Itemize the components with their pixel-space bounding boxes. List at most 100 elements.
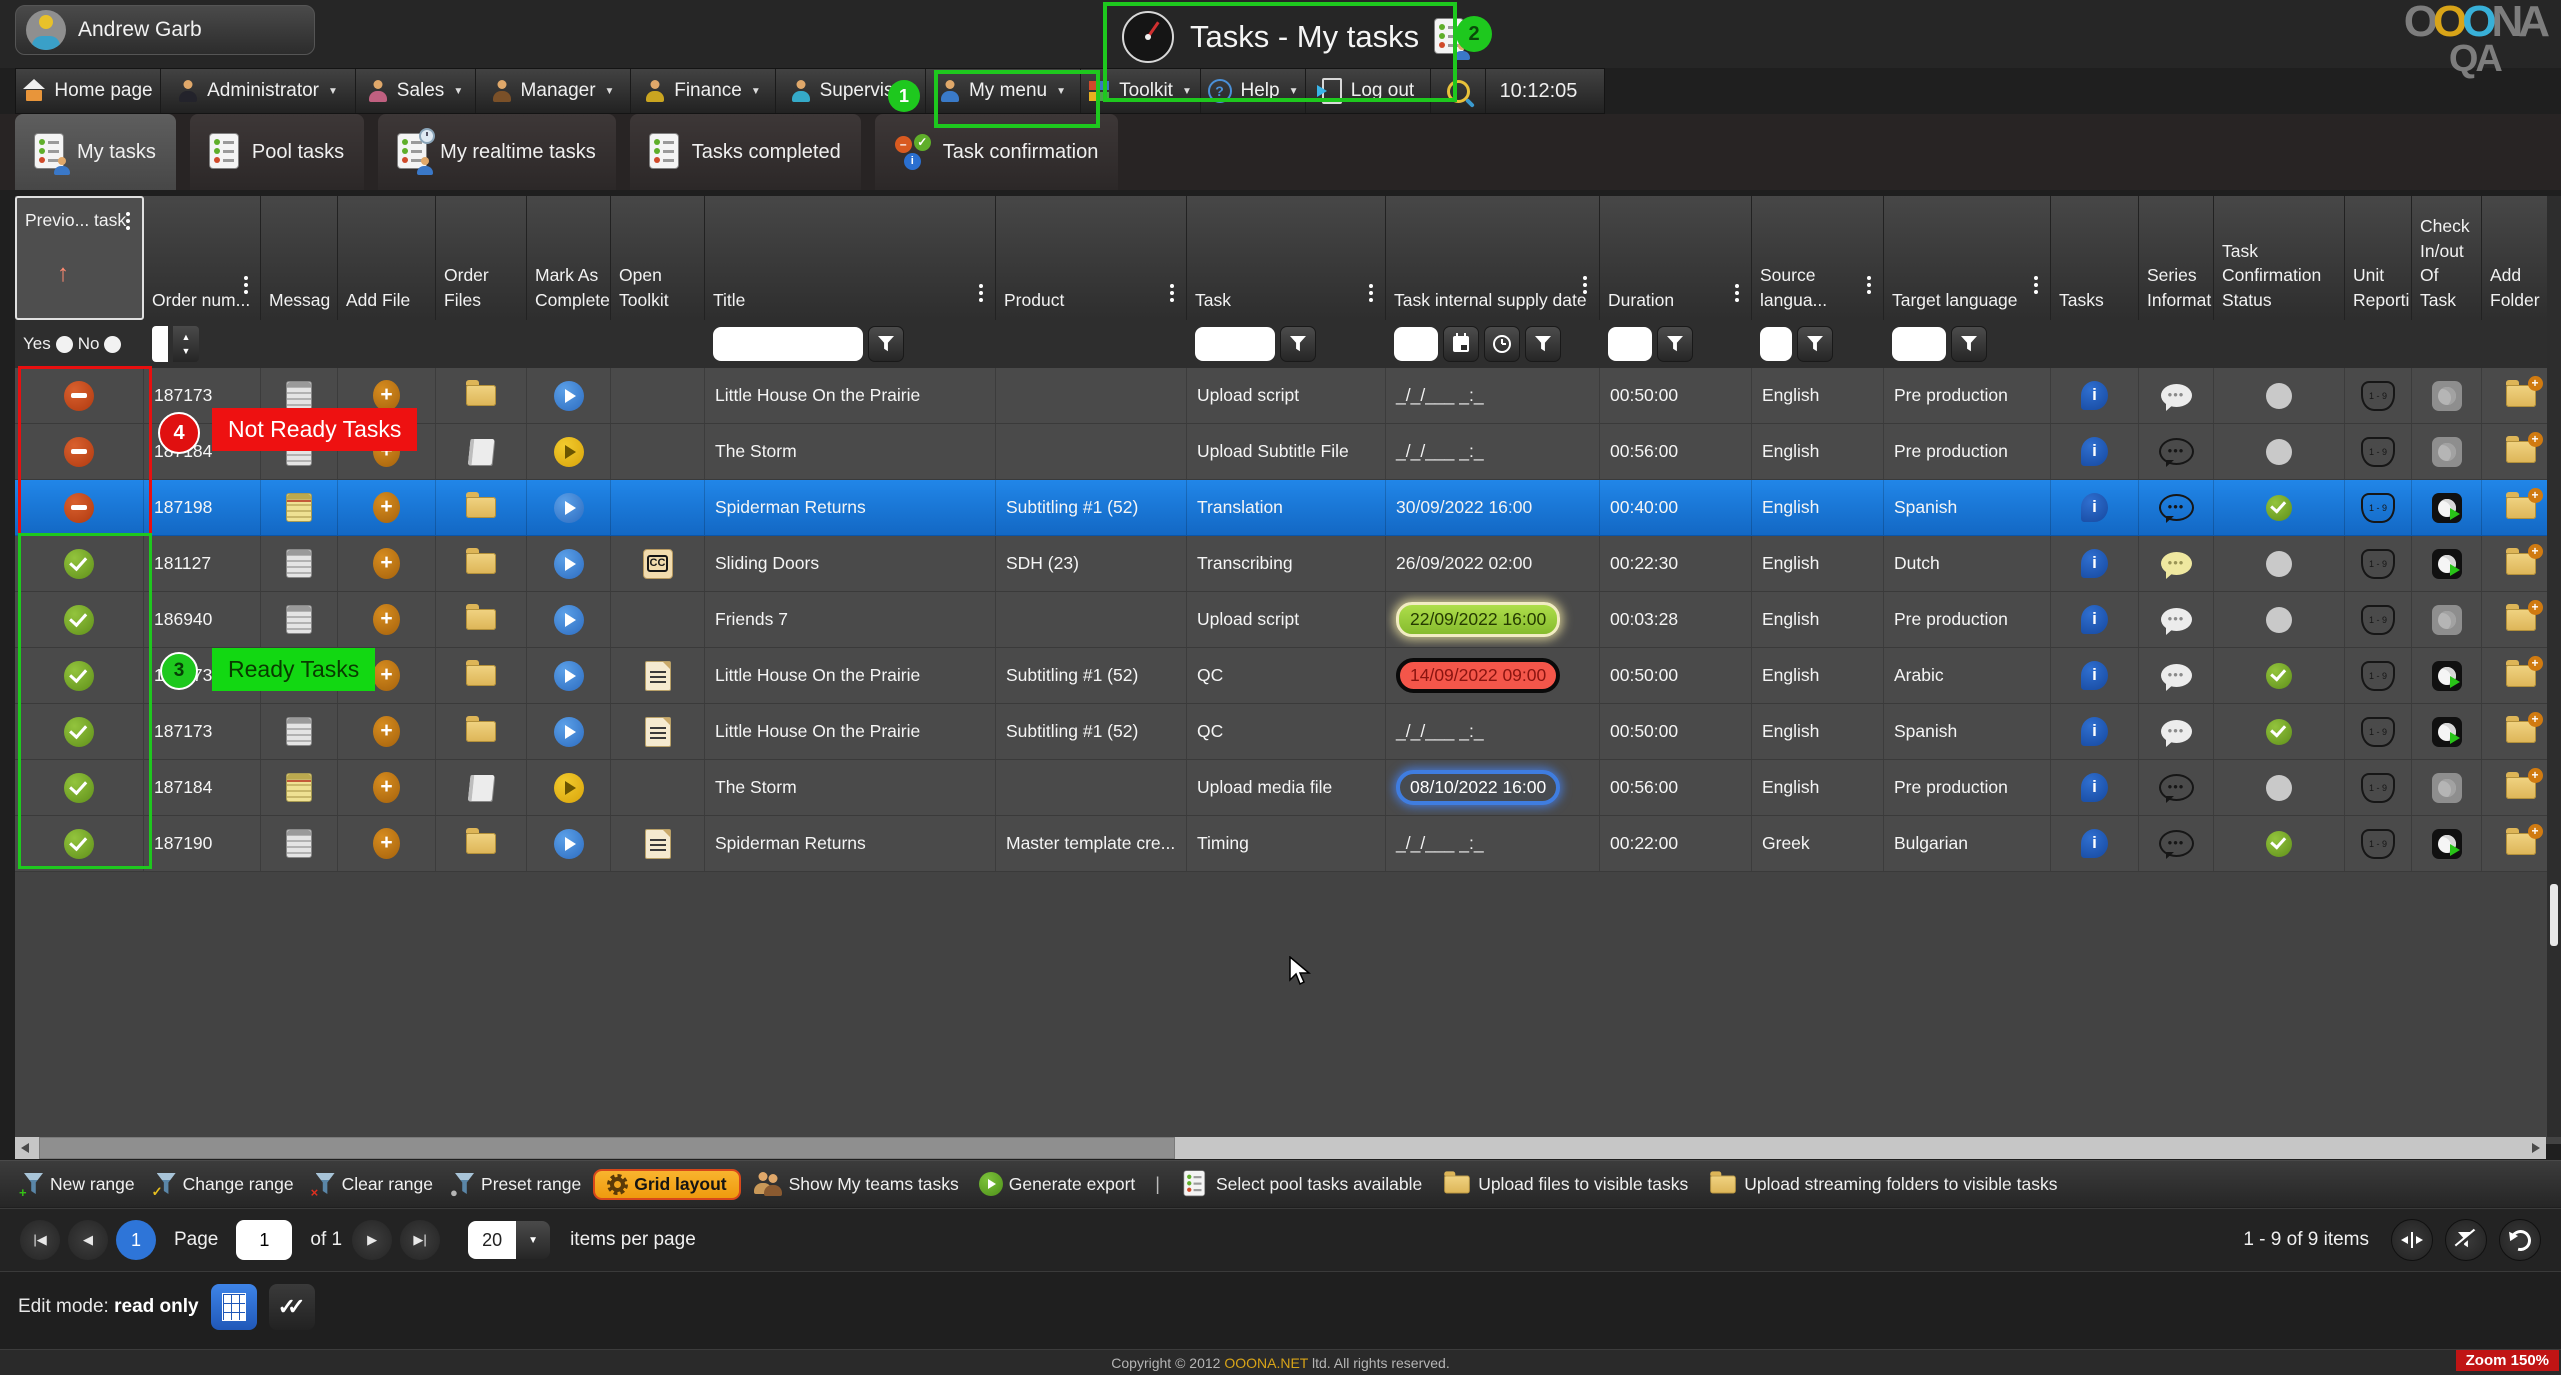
first-page-button[interactable]: |◀ [20, 1220, 60, 1260]
menu-item-help[interactable]: ?Help▼ [1201, 69, 1306, 113]
last-page-button[interactable]: ▶| [400, 1220, 440, 1260]
clock-off-icon[interactable] [2432, 381, 2462, 411]
menu-item-administrator[interactable]: Administrator▼ [161, 69, 356, 113]
message-gray-icon[interactable] [286, 605, 312, 634]
play-blue-icon[interactable] [554, 549, 584, 579]
play-yellow-icon[interactable] [554, 437, 584, 467]
toolbar-change-range[interactable]: ✓Change range [147, 1168, 302, 1200]
toolbar-preset-range[interactable]: ●Preset range [445, 1168, 589, 1200]
toolkit-doc-icon[interactable] [645, 661, 671, 691]
items-per-page-select[interactable]: 20 ▼ [468, 1221, 550, 1259]
order-number-filter-input[interactable] [152, 326, 168, 362]
toolbar-grid-layout[interactable]: Grid layout [593, 1169, 740, 1200]
date-calendar-button[interactable] [1443, 326, 1479, 362]
kebab-menu-icon[interactable] [126, 212, 130, 216]
column-header-source[interactable]: Source langua... [1752, 196, 1884, 320]
message-gray-icon[interactable] [286, 829, 312, 858]
horizontal-scrollbar[interactable] [15, 1137, 2546, 1159]
column-header-check[interactable]: Check In/out Of Task [2412, 196, 2482, 320]
source-filter-funnel-button[interactable] [1797, 326, 1833, 362]
shield-icon[interactable]: 1 - 9 [2361, 717, 2395, 747]
shield-icon[interactable]: 1 - 9 [2361, 773, 2395, 803]
info-icon[interactable] [2081, 829, 2108, 858]
add-file-icon[interactable] [373, 380, 400, 411]
table-row[interactable]: 187184The StormUpload media file08/10/20… [15, 760, 2561, 816]
kebab-menu-icon[interactable] [244, 276, 248, 280]
scroll-right-icon[interactable] [2532, 1143, 2540, 1153]
message-gray-icon[interactable] [286, 381, 312, 410]
bubble-outline-icon[interactable]: ••• [2159, 830, 2194, 857]
column-header-title[interactable]: Title [705, 196, 996, 320]
toolkit-doc-icon[interactable] [645, 829, 671, 859]
column-header-confirm[interactable]: Task Confirmation Status [2214, 196, 2345, 320]
message-yellow-icon[interactable] [286, 493, 312, 522]
add-file-icon[interactable] [373, 604, 400, 635]
toolkit-doc-icon[interactable] [645, 717, 671, 747]
page-input[interactable] [236, 1220, 292, 1260]
bubble-outline-icon[interactable]: ••• [2159, 494, 2194, 521]
tab-tasks-completed[interactable]: Tasks completed [630, 114, 861, 190]
horizontal-scrollbar-thumb[interactable] [39, 1137, 1175, 1159]
task-filter-input[interactable] [1195, 327, 1275, 361]
target-filter-input[interactable] [1892, 327, 1946, 361]
search-button[interactable] [1431, 69, 1486, 113]
folder-plus-icon[interactable] [2506, 721, 2536, 743]
toolbar-clear-range[interactable]: ×Clear range [306, 1168, 441, 1200]
user-badge[interactable]: Andrew Garb [15, 5, 315, 55]
column-header-message[interactable]: Messag [261, 196, 338, 320]
info-icon[interactable] [2081, 493, 2108, 522]
table-row[interactable]: 181127CCSliding DoorsSDH (23)Transcribin… [15, 536, 2561, 592]
menu-item-log-out[interactable]: Log out [1306, 69, 1431, 113]
tab-my-tasks[interactable]: My tasks [15, 114, 176, 190]
book-icon[interactable] [468, 439, 495, 465]
column-header-product[interactable]: Product [996, 196, 1187, 320]
book-icon[interactable] [468, 775, 495, 801]
folder-plus-icon[interactable] [2506, 665, 2536, 687]
kebab-menu-icon[interactable] [1369, 284, 1373, 288]
folder-plus-icon[interactable] [2506, 385, 2536, 407]
shield-icon[interactable]: 1 - 9 [2361, 493, 2395, 523]
column-header-mark[interactable]: Mark As Complete [527, 196, 611, 320]
clock-off-icon[interactable] [2432, 773, 2462, 803]
info-icon[interactable] [2081, 605, 2108, 634]
toolbar-upload-files-to-visible-tasks[interactable]: Upload files to visible tasks [1434, 1170, 1696, 1199]
toolbar-upload-streaming-folders-to-visible-tasks[interactable]: Upload streaming folders to visible task… [1700, 1170, 2065, 1199]
duration-filter-input[interactable] [1608, 327, 1652, 361]
bubble-outline-icon[interactable]: ••• [2159, 438, 2194, 465]
table-row[interactable]: 187173Little House On the PrairieSubtitl… [15, 648, 2561, 704]
refresh-button[interactable] [2499, 1219, 2541, 1261]
folder-icon[interactable] [466, 721, 496, 742]
bubble-white-icon[interactable]: ••• [2161, 608, 2192, 631]
shield-icon[interactable]: 1 - 9 [2361, 549, 2395, 579]
play-blue-icon[interactable] [554, 493, 584, 523]
folder-plus-icon[interactable] [2506, 609, 2536, 631]
table-row[interactable]: 186940Friends 7Upload script22/09/2022 1… [15, 592, 2561, 648]
shield-icon[interactable]: 1 - 9 [2361, 381, 2395, 411]
title-filter-funnel-button[interactable] [868, 326, 904, 362]
prev-task-yes-radio[interactable] [56, 336, 73, 353]
next-page-button[interactable]: ▶ [352, 1220, 392, 1260]
kebab-menu-icon[interactable] [1867, 276, 1871, 280]
play-yellow-icon[interactable] [554, 773, 584, 803]
shield-icon[interactable]: 1 - 9 [2361, 437, 2395, 467]
folder-plus-icon[interactable] [2506, 833, 2536, 855]
fit-columns-button[interactable] [2391, 1219, 2433, 1261]
date-time-button[interactable] [1484, 326, 1520, 362]
column-header-toolkit[interactable]: Open Toolkit [611, 196, 705, 320]
bubble-outline-icon[interactable]: ••• [2159, 774, 2194, 801]
vertical-scrollbar-thumb[interactable] [2550, 884, 2558, 946]
folder-plus-icon[interactable] [2506, 777, 2536, 799]
column-header-duration[interactable]: Duration [1600, 196, 1752, 320]
add-file-icon[interactable] [373, 828, 400, 859]
column-header-orderfiles[interactable]: Order Files [436, 196, 527, 320]
tab-task-confirmation[interactable]: iTask confirmation [875, 114, 1119, 190]
bubble-white-icon[interactable]: ••• [2161, 720, 2192, 743]
clock-off-icon[interactable] [2432, 605, 2462, 635]
play-blue-icon[interactable] [554, 717, 584, 747]
kebab-menu-icon[interactable] [1735, 284, 1739, 288]
column-header-unit[interactable]: Unit Reporti [2345, 196, 2412, 320]
add-file-icon[interactable] [373, 660, 400, 691]
column-header-series[interactable]: Series Informat [2139, 196, 2214, 320]
table-row[interactable]: 187198Spiderman ReturnsSubtitling #1 (52… [15, 480, 2561, 536]
kebab-menu-icon[interactable] [979, 284, 983, 288]
